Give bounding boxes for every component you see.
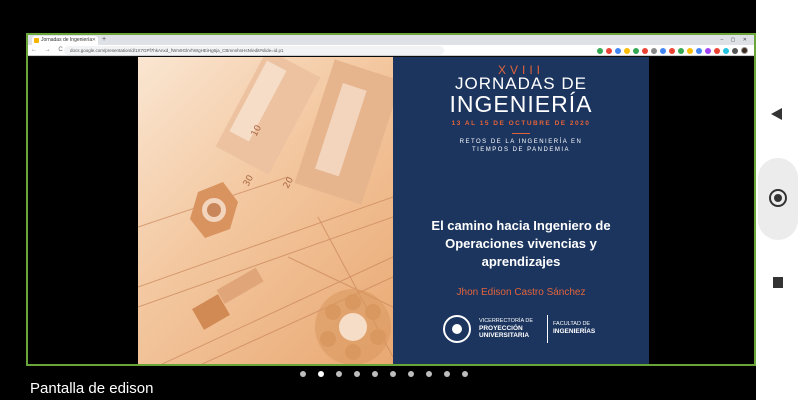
back-icon[interactable]: [771, 108, 782, 120]
video-call-screen: Jornadas de Ingeniería ✕ + – ▢ ✕ ← → C d…: [0, 0, 800, 400]
extension-icon[interactable]: [723, 47, 729, 54]
tab-title: Jornadas de Ingeniería: [41, 37, 93, 43]
pager-dot[interactable]: [318, 371, 324, 377]
pager-dot[interactable]: [408, 371, 414, 377]
tagline-line2: TIEMPOS DE PANDEMIA: [471, 147, 571, 153]
browser-tab-bar: Jornadas de Ingeniería ✕ + – ▢ ✕: [28, 35, 754, 45]
extension-icon[interactable]: [606, 47, 612, 54]
pager-dot[interactable]: [300, 371, 306, 377]
url-field[interactable]: docs.google.com/presentation/d/1X7GPf7hk…: [64, 46, 444, 55]
vice-line1: VICERRECTORÍA DE: [479, 318, 533, 324]
window-controls[interactable]: – ▢ ✕: [721, 35, 750, 45]
extension-icon[interactable]: [705, 47, 711, 54]
vice-line3: UNIVERSITARIA: [479, 332, 530, 339]
extension-icon[interactable]: [687, 47, 693, 54]
speaker-name: Jhon Edison Castro Sánchez: [456, 287, 586, 298]
logo-divider: [547, 315, 548, 343]
extension-icon[interactable]: [696, 47, 702, 54]
recents-icon[interactable]: [773, 277, 783, 288]
browser-nav-buttons[interactable]: ← → C: [31, 45, 66, 56]
extension-icon[interactable]: [642, 47, 648, 54]
extension-icon[interactable]: [633, 47, 639, 54]
svg-text:20: 20: [282, 175, 296, 190]
faculty-line2: INGENIERÍAS: [553, 328, 596, 335]
event-title-line2: INGENIERÍA: [449, 91, 593, 117]
event-dates: 13 AL 15 DE OCTUBRE DE 2020: [451, 120, 591, 127]
pager-dot[interactable]: [426, 371, 432, 377]
extension-icon[interactable]: [732, 47, 738, 54]
profile-avatar[interactable]: [741, 47, 748, 54]
screen-share-frame[interactable]: Jornadas de Ingeniería ✕ + – ▢ ✕ ← → C d…: [26, 33, 756, 366]
browser-address-bar: ← → C docs.google.com/presentation/d/1X7…: [28, 45, 754, 56]
home-icon[interactable]: [769, 189, 787, 207]
extension-icon[interactable]: [714, 47, 720, 54]
institution-logos: VICERRECTORÍA DE PROYECCIÓN UNIVERSITARI…: [443, 315, 603, 345]
extension-icon[interactable]: [651, 47, 657, 54]
pager-dot[interactable]: [336, 371, 342, 377]
vice-line2: PROYECCIÓN: [479, 325, 523, 332]
university-seal-icon: [443, 315, 471, 343]
new-tab-button[interactable]: +: [102, 35, 106, 45]
close-tab-icon[interactable]: ✕: [92, 36, 96, 45]
extension-icon[interactable]: [669, 47, 675, 54]
caliper-illustration: 30 20 10: [138, 57, 393, 364]
browser-tab[interactable]: Jornadas de Ingeniería ✕: [32, 36, 98, 45]
faculty-line1: FACULTAD DE: [553, 321, 591, 327]
pager-dot[interactable]: [462, 371, 468, 377]
slides-favicon-icon: [34, 38, 39, 43]
vicerrectoria-logo-text: VICERRECTORÍA DE PROYECCIÓN UNIVERSITARI…: [479, 318, 533, 339]
extensions-toolbar: [597, 47, 748, 54]
talk-title: El camino hacia Ingeniero de Operaciones…: [431, 218, 611, 269]
extension-icon[interactable]: [597, 47, 603, 54]
tagline-line1: RETOS DE LA INGENIERÍA EN: [459, 139, 583, 145]
pager-dot[interactable]: [354, 371, 360, 377]
svg-text:30: 30: [242, 173, 256, 188]
pager-dot[interactable]: [372, 371, 378, 377]
presentation-slide: 30 20 10 XVIII JORNADAS DE INGENIERÍA 13…: [138, 57, 649, 364]
screen-share-caption: Pantalla de edison: [30, 380, 154, 397]
event-tagline: RETOS DE LA INGENIERÍA EN TIEMPOS DE PAN…: [393, 138, 649, 154]
slide-viewport: 30 20 10 XVIII JORNADAS DE INGENIERÍA 13…: [28, 57, 754, 364]
slide-title-panel: XVIII JORNADAS DE INGENIERÍA 13 AL 15 DE…: [393, 57, 649, 364]
extension-icon[interactable]: [660, 47, 666, 54]
accent-divider: [512, 133, 530, 134]
faculty-logo-text: FACULTAD DE INGENIERÍAS: [553, 321, 595, 335]
extension-icon[interactable]: [624, 47, 630, 54]
pager-dots: [300, 371, 468, 377]
android-nav-bar: [756, 0, 800, 400]
engineering-tools-image: 30 20 10: [138, 57, 393, 364]
pager-dot[interactable]: [390, 371, 396, 377]
extension-icon[interactable]: [678, 47, 684, 54]
extension-icon[interactable]: [615, 47, 621, 54]
pager-dot[interactable]: [444, 371, 450, 377]
